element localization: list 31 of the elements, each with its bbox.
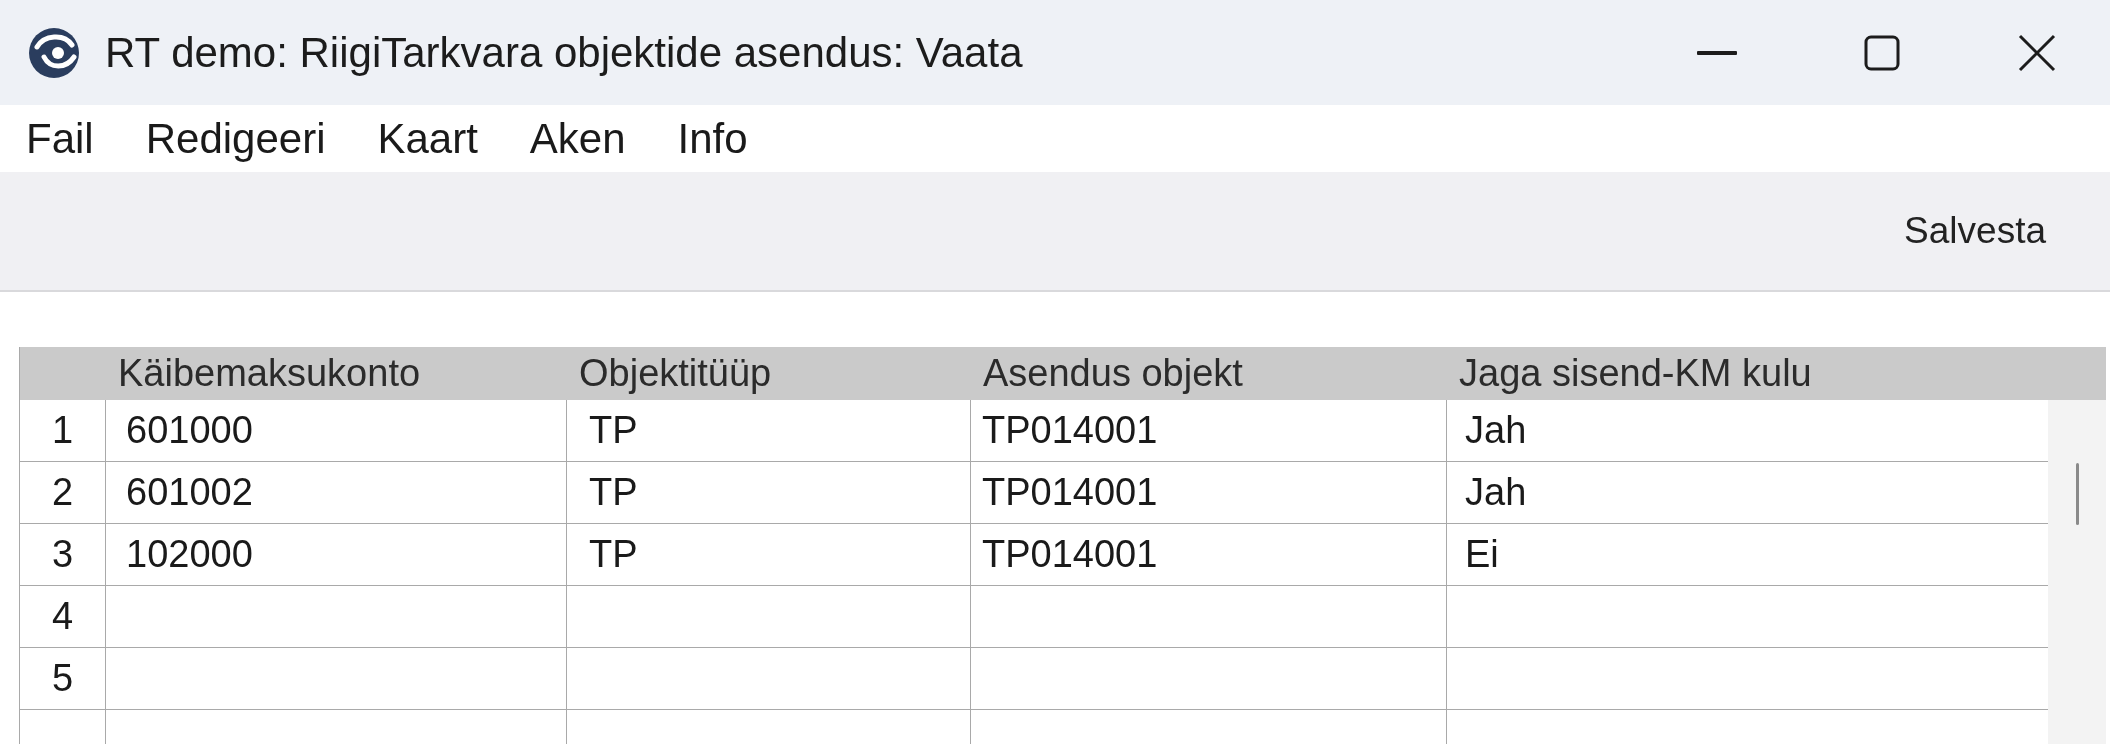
table-cell: 601002 — [106, 462, 567, 524]
column-header: Objektitüüp — [578, 352, 772, 395]
row-number: 4 — [20, 586, 106, 648]
window-title: RT demo: RiigiTarkvara objektide asendus: Vaata — [105, 28, 1023, 77]
table-cell: TP — [567, 462, 971, 524]
row-number: 1 — [20, 400, 106, 462]
column-header: Asendus objekt — [982, 352, 1243, 395]
app-logo-icon — [28, 26, 80, 79]
maximize-icon — [1863, 34, 1900, 71]
minimize-icon — [1696, 50, 1737, 55]
table-cell: 601000 — [106, 400, 567, 462]
column-header: Käibemaksukonto — [117, 352, 421, 395]
save-button[interactable]: Salvesta — [1884, 200, 2066, 262]
table-cell: TP014001 — [971, 524, 1447, 586]
table-cell: TP014001 — [971, 462, 1447, 524]
table-cell: TP — [567, 524, 971, 586]
column-header: Jaga sisend-KM kulu — [1458, 352, 1812, 395]
table-cell: TP — [567, 400, 971, 462]
table-cell: TP014001 — [971, 400, 1447, 462]
table-cell: 102000 — [106, 524, 567, 586]
scrollbar[interactable] — [2048, 400, 2106, 744]
scrollbar-thumb[interactable] — [2075, 463, 2079, 525]
menu-item[interactable]: Aken — [503, 105, 652, 172]
menu-item[interactable]: Info — [651, 105, 774, 172]
row-number: 3 — [20, 524, 106, 586]
menu-item[interactable]: Fail — [0, 105, 120, 172]
menu-item[interactable]: Redigeeri — [119, 105, 352, 172]
close-icon — [2018, 33, 2056, 72]
row-number: 5 — [20, 648, 106, 710]
row-number: 2 — [20, 462, 106, 524]
menu-item[interactable]: Kaart — [351, 105, 504, 172]
